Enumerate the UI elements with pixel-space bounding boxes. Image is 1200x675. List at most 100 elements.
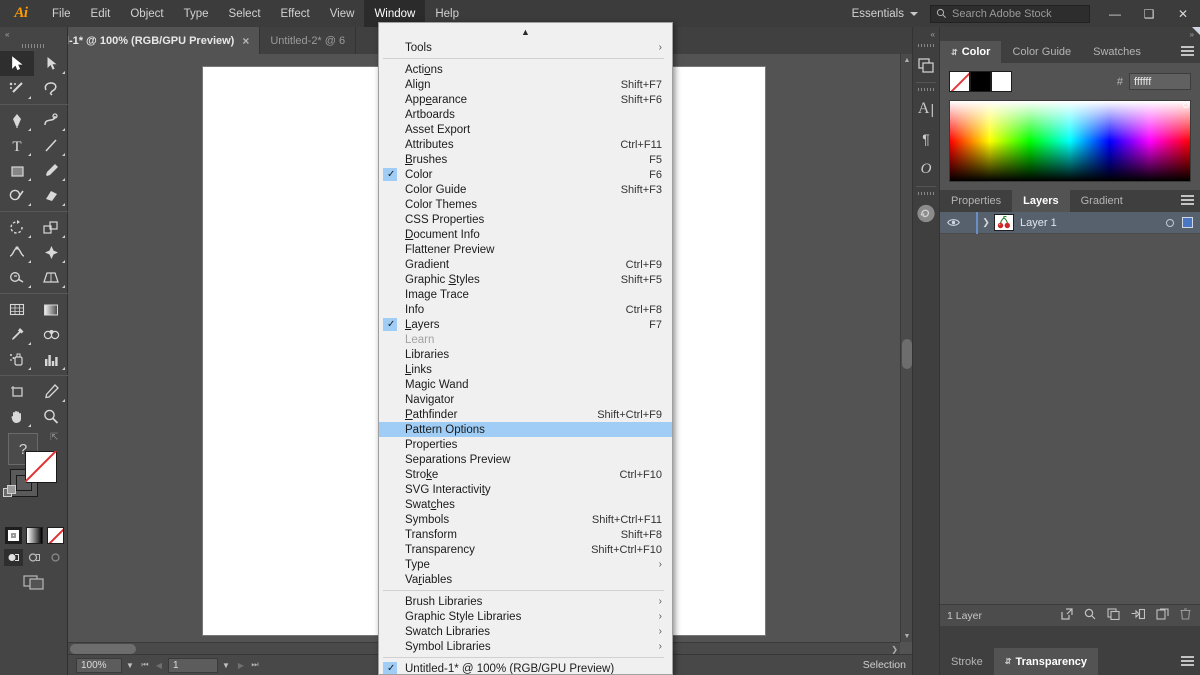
layer-target-icon[interactable]	[1166, 218, 1174, 227]
artboard-tool[interactable]	[0, 379, 34, 404]
hex-color-input[interactable]: ffffff	[1129, 73, 1191, 90]
tab-layers[interactable]: Layers	[1012, 190, 1070, 212]
mesh-tool[interactable]	[0, 297, 34, 322]
layer-selection-indicator[interactable]	[1182, 217, 1193, 228]
tab-color-guide[interactable]: Color Guide	[1001, 41, 1083, 63]
minimize-button[interactable]: —	[1098, 0, 1132, 27]
type-tool[interactable]: T	[0, 133, 34, 158]
menu-item-appearance[interactable]: Appearance Shift+F6	[379, 92, 672, 107]
menu-item-type[interactable]: Type ›	[379, 557, 672, 572]
gradient-tool[interactable]	[34, 297, 68, 322]
rail-grip-2[interactable]	[913, 85, 939, 94]
default-fill-stroke-icon[interactable]	[3, 485, 17, 498]
rail-collapse-icon[interactable]: «	[913, 27, 939, 41]
tab-gradient[interactable]: Gradient	[1069, 190, 1134, 212]
transparency-panel-menu-icon[interactable]	[1181, 656, 1194, 668]
menu-item-stroke[interactable]: Stroke Ctrl+F10	[379, 467, 672, 482]
next-artboard-button[interactable]: ▶	[234, 661, 248, 670]
scroll-right-icon[interactable]: ❯	[891, 643, 898, 654]
menu-item-info[interactable]: Info Ctrl+F8	[379, 302, 672, 317]
shape-builder-tool[interactable]	[0, 265, 34, 290]
menu-file[interactable]: File	[42, 0, 81, 27]
menu-item-magic-wand[interactable]: Magic Wand	[379, 377, 672, 392]
restore-button[interactable]: ❑	[1132, 0, 1166, 27]
none-mode-button[interactable]	[46, 527, 64, 544]
swatch-white[interactable]	[991, 71, 1012, 92]
panels-expand-icon[interactable]: »	[940, 27, 1200, 41]
vertical-scrollbar[interactable]: ▲ ▼	[900, 54, 912, 642]
direct-selection-tool[interactable]	[34, 51, 68, 76]
gradient-mode-button[interactable]	[25, 527, 43, 544]
collect-in-new-layer-icon[interactable]	[1131, 608, 1146, 623]
menu-item-css-properties[interactable]: CSS Properties	[379, 212, 672, 227]
document-tab-2[interactable]: Untitled-2* @ 6	[260, 27, 357, 54]
status-tool-label[interactable]: Selection	[863, 659, 912, 671]
zoom-level-input[interactable]: 100%	[76, 657, 122, 673]
release-to-layers-icon[interactable]	[1061, 608, 1073, 623]
menu-item-brush-libraries[interactable]: Brush Libraries ›	[379, 594, 672, 609]
selection-tool[interactable]	[0, 51, 34, 76]
menu-item-swatches[interactable]: Swatches	[379, 497, 672, 512]
menu-item-pathfinder[interactable]: Pathfinder Shift+Ctrl+F9	[379, 407, 672, 422]
layer-name-label[interactable]: Layer 1	[1020, 217, 1166, 229]
menu-item-separations-preview[interactable]: Separations Preview	[379, 452, 672, 467]
free-transform-tool[interactable]	[34, 240, 68, 265]
menu-item-align[interactable]: Align Shift+F7	[379, 77, 672, 92]
adobe-stock-search-input[interactable]: Search Adobe Stock	[930, 4, 1090, 23]
menu-item-tools[interactable]: Tools ›	[379, 40, 672, 55]
draw-normal-button[interactable]	[3, 549, 23, 566]
eyedropper-tool[interactable]	[0, 322, 34, 347]
creative-cloud-icon[interactable]	[913, 198, 939, 228]
menu-item-untitled-1-100-rgb-gpu-preview[interactable]: ✓ Untitled-1* @ 100% (RGB/GPU Preview)	[379, 661, 672, 674]
menu-item-properties[interactable]: Properties	[379, 437, 672, 452]
swatch-none[interactable]	[949, 71, 970, 92]
toolbar-collapse-icon[interactable]: «	[0, 27, 67, 41]
locate-object-icon[interactable]	[1084, 608, 1096, 623]
delete-selection-icon[interactable]	[1180, 608, 1191, 623]
menu-item-symbols[interactable]: Symbols Shift+Ctrl+F11	[379, 512, 672, 527]
hand-tool[interactable]	[0, 404, 34, 429]
artboard-dropdown-icon[interactable]: ▼	[218, 661, 234, 670]
close-button[interactable]: ✕	[1166, 0, 1200, 27]
draw-behind-button[interactable]	[25, 549, 44, 566]
toolbar-grip[interactable]	[0, 41, 67, 51]
new-layer-icon[interactable]	[1156, 608, 1169, 623]
change-screen-mode-button[interactable]	[0, 569, 68, 596]
menu-item-color-themes[interactable]: Color Themes	[379, 197, 672, 212]
lasso-tool[interactable]	[34, 76, 68, 101]
opentype-icon[interactable]: O	[913, 154, 939, 184]
shaper-tool[interactable]	[0, 183, 34, 208]
menu-item-graphic-style-libraries[interactable]: Graphic Style Libraries ›	[379, 609, 672, 624]
menu-edit[interactable]: Edit	[81, 0, 121, 27]
blend-tool[interactable]	[34, 322, 68, 347]
menu-item-graphic-styles[interactable]: Graphic Styles Shift+F5	[379, 272, 672, 287]
paragraph-icon[interactable]: ¶	[913, 124, 939, 154]
spectrum-picker-handle[interactable]	[1183, 102, 1189, 108]
menu-scroll-up-icon[interactable]: ▲	[379, 23, 672, 40]
pen-tool[interactable]	[0, 108, 34, 133]
menu-item-navigator[interactable]: Navigator	[379, 392, 672, 407]
swap-fill-stroke-icon[interactable]: ⇱	[50, 432, 62, 444]
menu-item-actions[interactable]: Actions	[379, 62, 672, 77]
menu-item-gradient[interactable]: Gradient Ctrl+F9	[379, 257, 672, 272]
chevron-right-icon[interactable]: ❯	[978, 217, 994, 228]
perspective-grid-tool[interactable]	[34, 265, 68, 290]
menu-item-image-trace[interactable]: Image Trace	[379, 287, 672, 302]
menu-item-artboards[interactable]: Artboards	[379, 107, 672, 122]
symbol-sprayer-tool[interactable]	[0, 347, 34, 372]
menu-item-layers[interactable]: ✓ Layers F7	[379, 317, 672, 332]
menu-item-color-guide[interactable]: Color Guide Shift+F3	[379, 182, 672, 197]
zoom-dropdown-icon[interactable]: ▼	[122, 661, 138, 670]
color-spectrum[interactable]	[949, 100, 1191, 182]
layers-empty-area[interactable]	[940, 234, 1200, 604]
tab-properties[interactable]: Properties	[940, 190, 1013, 212]
character-icon[interactable]: A |	[913, 94, 939, 124]
previous-artboard-button[interactable]: ◀	[152, 661, 166, 670]
color-mode-button[interactable]	[4, 527, 22, 544]
menu-item-color[interactable]: ✓ Color F6	[379, 167, 672, 182]
menu-view[interactable]: View	[320, 0, 365, 27]
window-menu-dropdown[interactable]: ▲ Tools › Actions Align Shift+F7 Appearance Sh…	[378, 22, 673, 675]
menu-type[interactable]: Type	[174, 0, 219, 27]
line-segment-tool[interactable]	[34, 133, 68, 158]
tab-stroke[interactable]: Stroke	[940, 648, 994, 675]
